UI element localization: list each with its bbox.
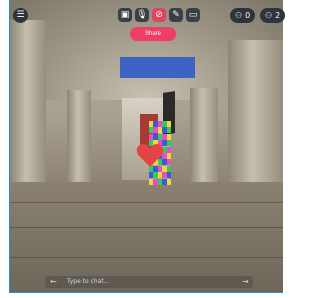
objects-counter[interactable]: ⚇ 0 [230,8,256,23]
people-count: 2 [275,11,281,20]
people-icon: ⚇ [265,11,273,20]
objects-count: 0 [245,11,251,20]
objects-icon: ⚇ [235,11,243,20]
microphone-icon[interactable]: 🎙 [135,8,149,22]
pen-icon[interactable]: ✎ [169,8,183,22]
left-column [67,90,91,190]
media-icon[interactable]: ▭ [186,8,200,22]
chat-input[interactable]: Type to chat... [45,276,253,288]
menu-button[interactable]: ☰ [13,8,28,23]
blue-object[interactable] [120,57,195,78]
right-column [190,88,218,188]
people-counter[interactable]: ⚇ 2 [260,8,286,23]
app-frame: ☰ ▣ 🎙 ⊘ ✎ ▭ Share ⚇ 0 ⚇ 2 Type to chat..… [0,0,291,298]
mute-icon[interactable]: ⊘ [152,8,166,22]
share-button[interactable]: Share [130,27,176,41]
camera-icon[interactable]: ▣ [118,8,132,22]
heart-object[interactable] [136,142,164,168]
chat-expand-icon[interactable]: ← [50,276,57,288]
media-toolbar: ▣ 🎙 ⊘ ✎ ▭ [118,8,200,24]
send-icon[interactable]: → [242,276,249,288]
